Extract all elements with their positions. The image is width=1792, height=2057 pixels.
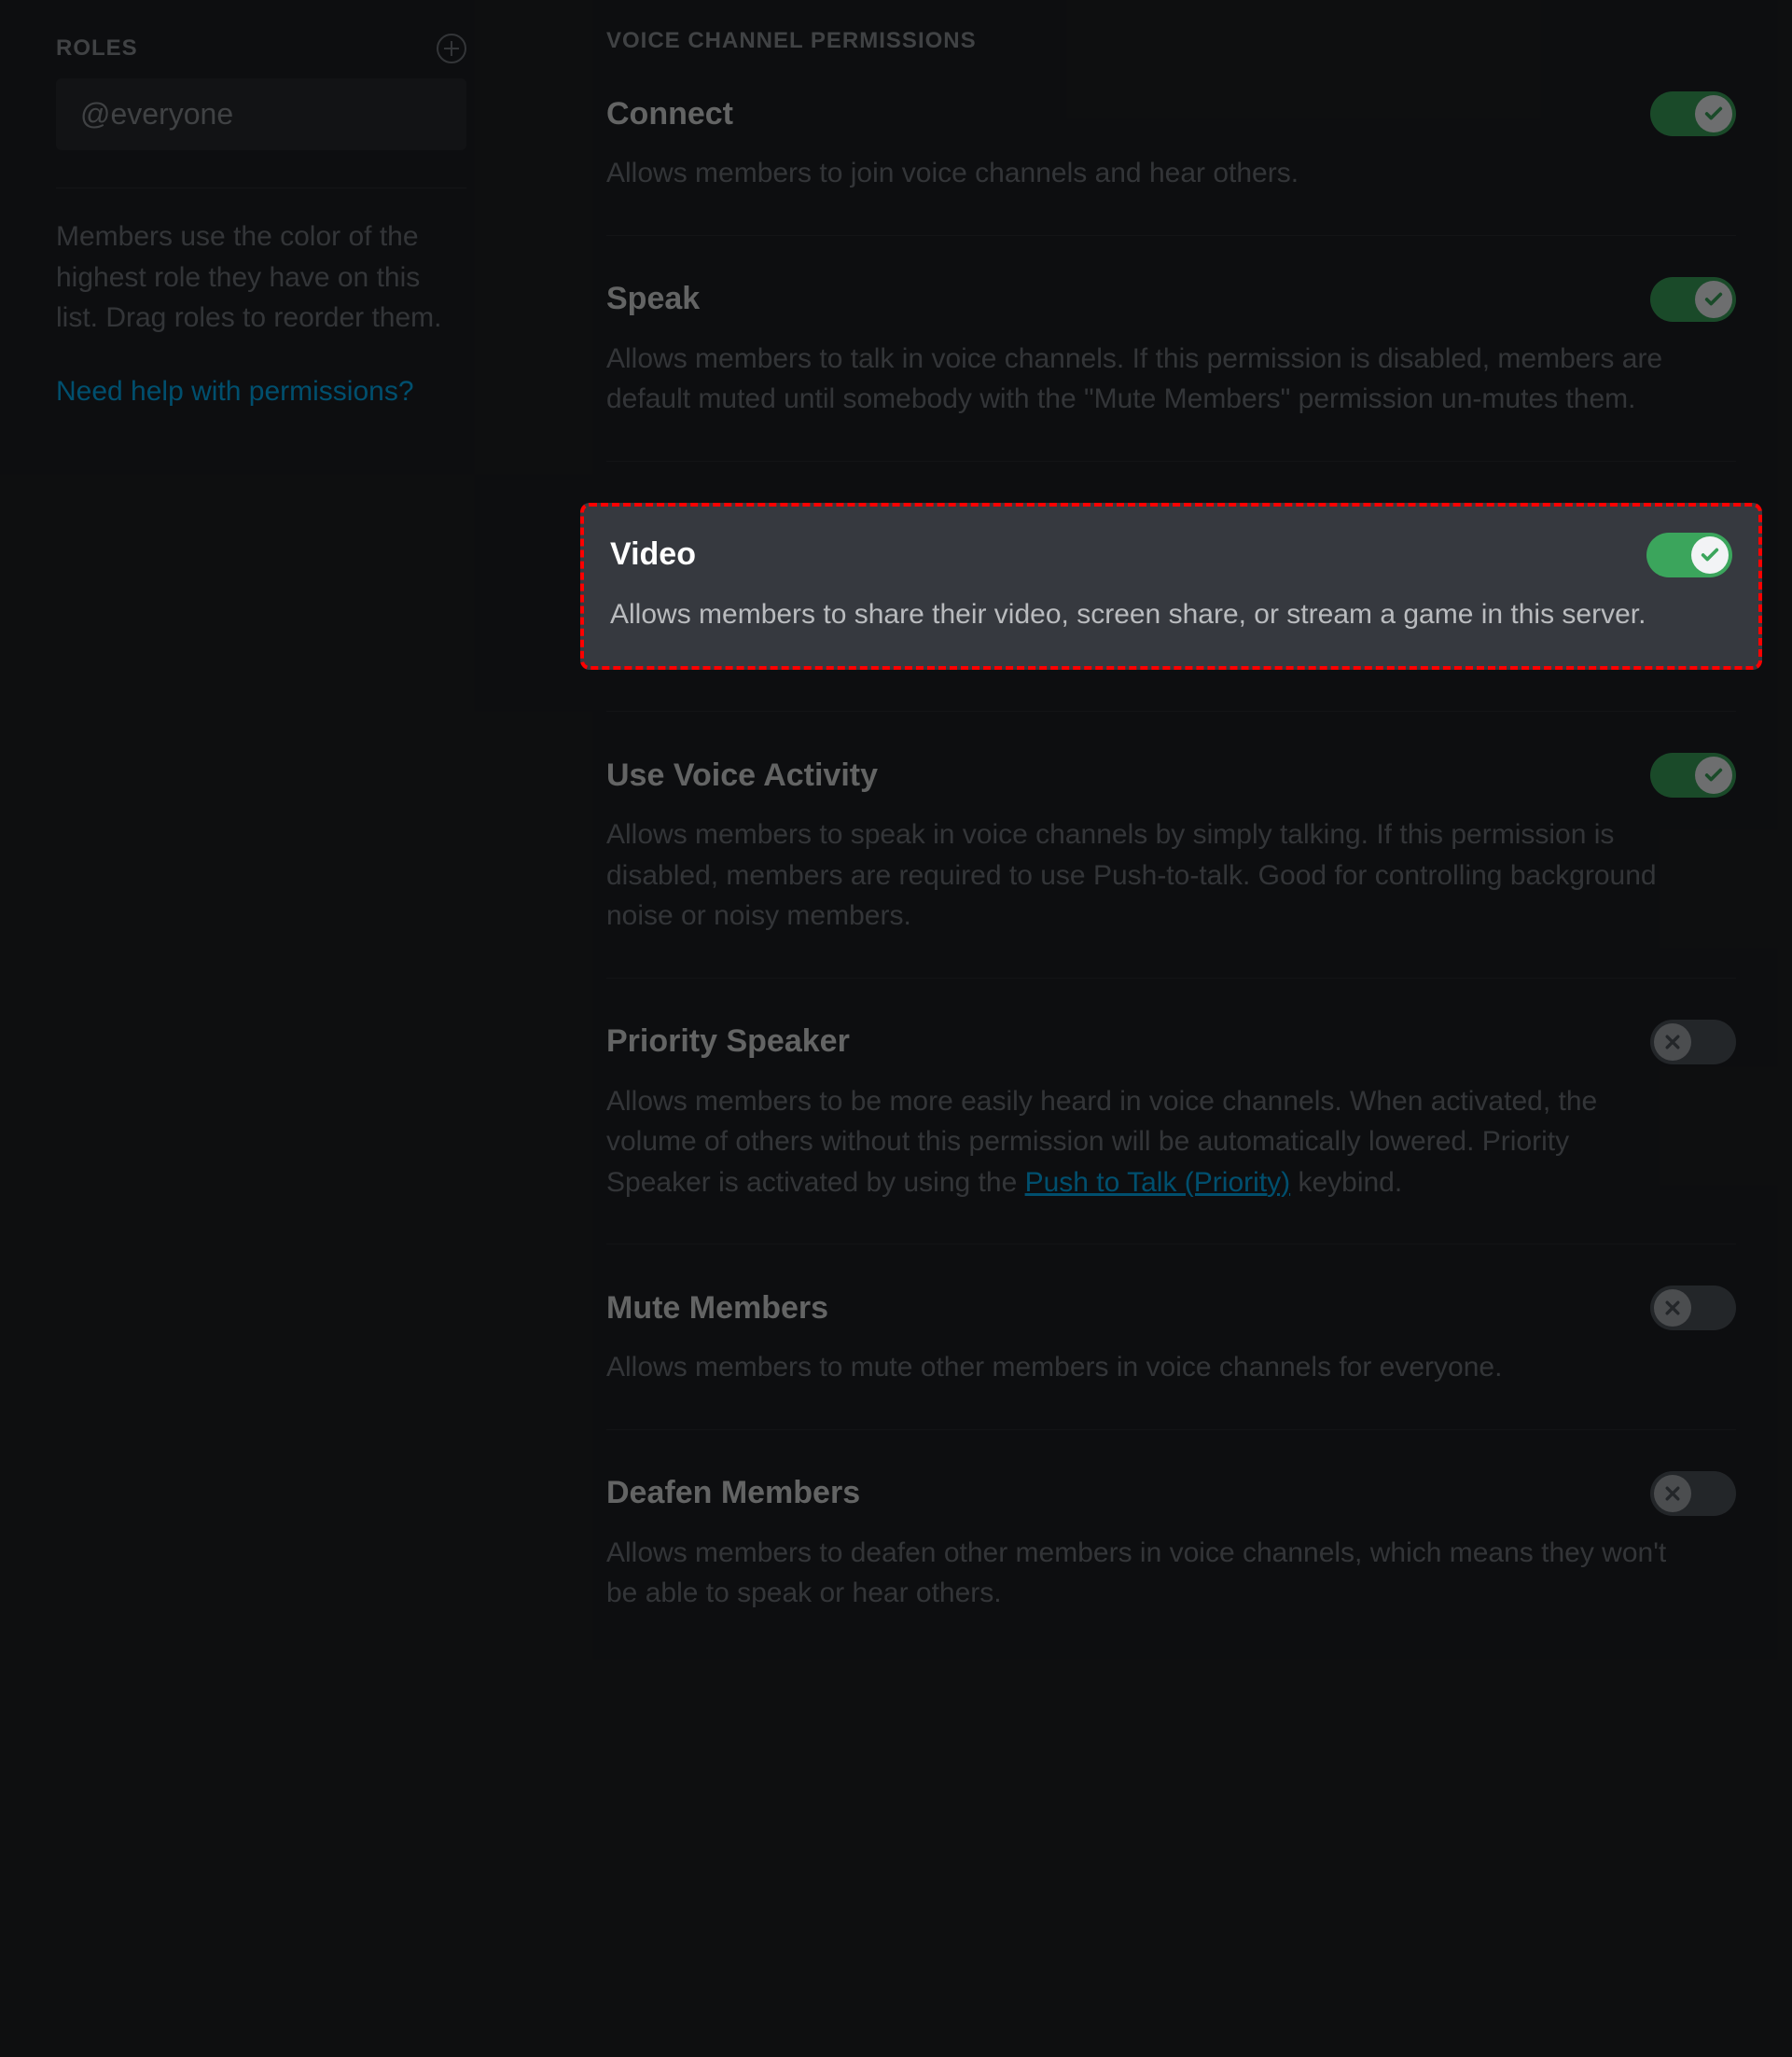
x-icon — [1654, 1023, 1691, 1061]
permission-connect: Connect Allows members to join voice cha… — [606, 91, 1736, 236]
toggle-connect[interactable] — [1650, 91, 1736, 136]
toggle-priority-speaker[interactable] — [1650, 1020, 1736, 1064]
role-item-label: @everyone — [80, 97, 233, 131]
permission-desc: Allows members to join voice channels an… — [606, 153, 1670, 194]
permission-desc: Allows members to talk in voice channels… — [606, 339, 1670, 420]
permission-speak: Speak Allows members to talk in voice ch… — [606, 277, 1736, 462]
check-icon — [1695, 281, 1732, 318]
push-to-talk-link[interactable]: Push to Talk (Priority) — [1025, 1167, 1291, 1198]
x-icon — [1654, 1289, 1691, 1327]
toggle-mute-members[interactable] — [1650, 1286, 1736, 1330]
permission-desc: Allows members to mute other members in … — [606, 1347, 1670, 1388]
permission-title: Use Voice Activity — [606, 757, 878, 794]
permission-mute-members: Mute Members Allows members to mute othe… — [606, 1286, 1736, 1430]
permission-voice-activity: Use Voice Activity Allows members to spe… — [606, 753, 1736, 979]
permission-deafen-members: Deafen Members Allows members to deafen … — [606, 1471, 1736, 1655]
check-icon — [1695, 757, 1732, 794]
help-permissions-link[interactable]: Need help with permissions? — [56, 376, 466, 408]
permission-priority-speaker: Priority Speaker Allows members to be mo… — [606, 1020, 1736, 1245]
check-icon — [1691, 536, 1729, 574]
permission-title: Mute Members — [606, 1290, 828, 1327]
roles-header: ROLES — [56, 34, 466, 63]
permission-title: Deafen Members — [606, 1475, 860, 1511]
app-root: ROLES @everyone Members use the color of… — [0, 0, 1792, 2057]
permission-desc: Allows members to speak in voice channel… — [606, 814, 1670, 937]
add-role-icon[interactable] — [437, 34, 466, 63]
permission-title: Speak — [606, 281, 700, 317]
permission-title: Video — [610, 536, 696, 573]
check-icon — [1695, 95, 1732, 132]
desc-text-after: keybind. — [1290, 1167, 1402, 1198]
permission-title: Priority Speaker — [606, 1023, 850, 1060]
roles-header-title: ROLES — [56, 35, 138, 62]
toggle-video[interactable] — [1646, 533, 1732, 577]
permissions-panel: VOICE CHANNEL PERMISSIONS Connect Allows… — [522, 0, 1792, 2057]
toggle-voice-activity[interactable] — [1650, 753, 1736, 798]
toggle-speak[interactable] — [1650, 277, 1736, 322]
permission-desc: Allows members to deafen other members i… — [606, 1533, 1670, 1614]
roles-description: Members use the color of the highest rol… — [56, 216, 466, 339]
section-header: VOICE CHANNEL PERMISSIONS — [606, 28, 1736, 54]
permission-title: Connect — [606, 96, 733, 132]
roles-sidebar: ROLES @everyone Members use the color of… — [0, 0, 522, 2057]
permission-video-highlight: Video Allows members to share their vide… — [580, 503, 1762, 671]
role-item-everyone[interactable]: @everyone — [56, 78, 466, 150]
divider — [606, 670, 1736, 712]
permission-desc: Allows members to be more easily heard i… — [606, 1081, 1670, 1203]
permission-desc: Allows members to share their video, scr… — [610, 594, 1674, 635]
x-icon — [1654, 1475, 1691, 1512]
permission-video: Video Allows members to share their vide… — [610, 533, 1732, 635]
toggle-deafen-members[interactable] — [1650, 1471, 1736, 1516]
